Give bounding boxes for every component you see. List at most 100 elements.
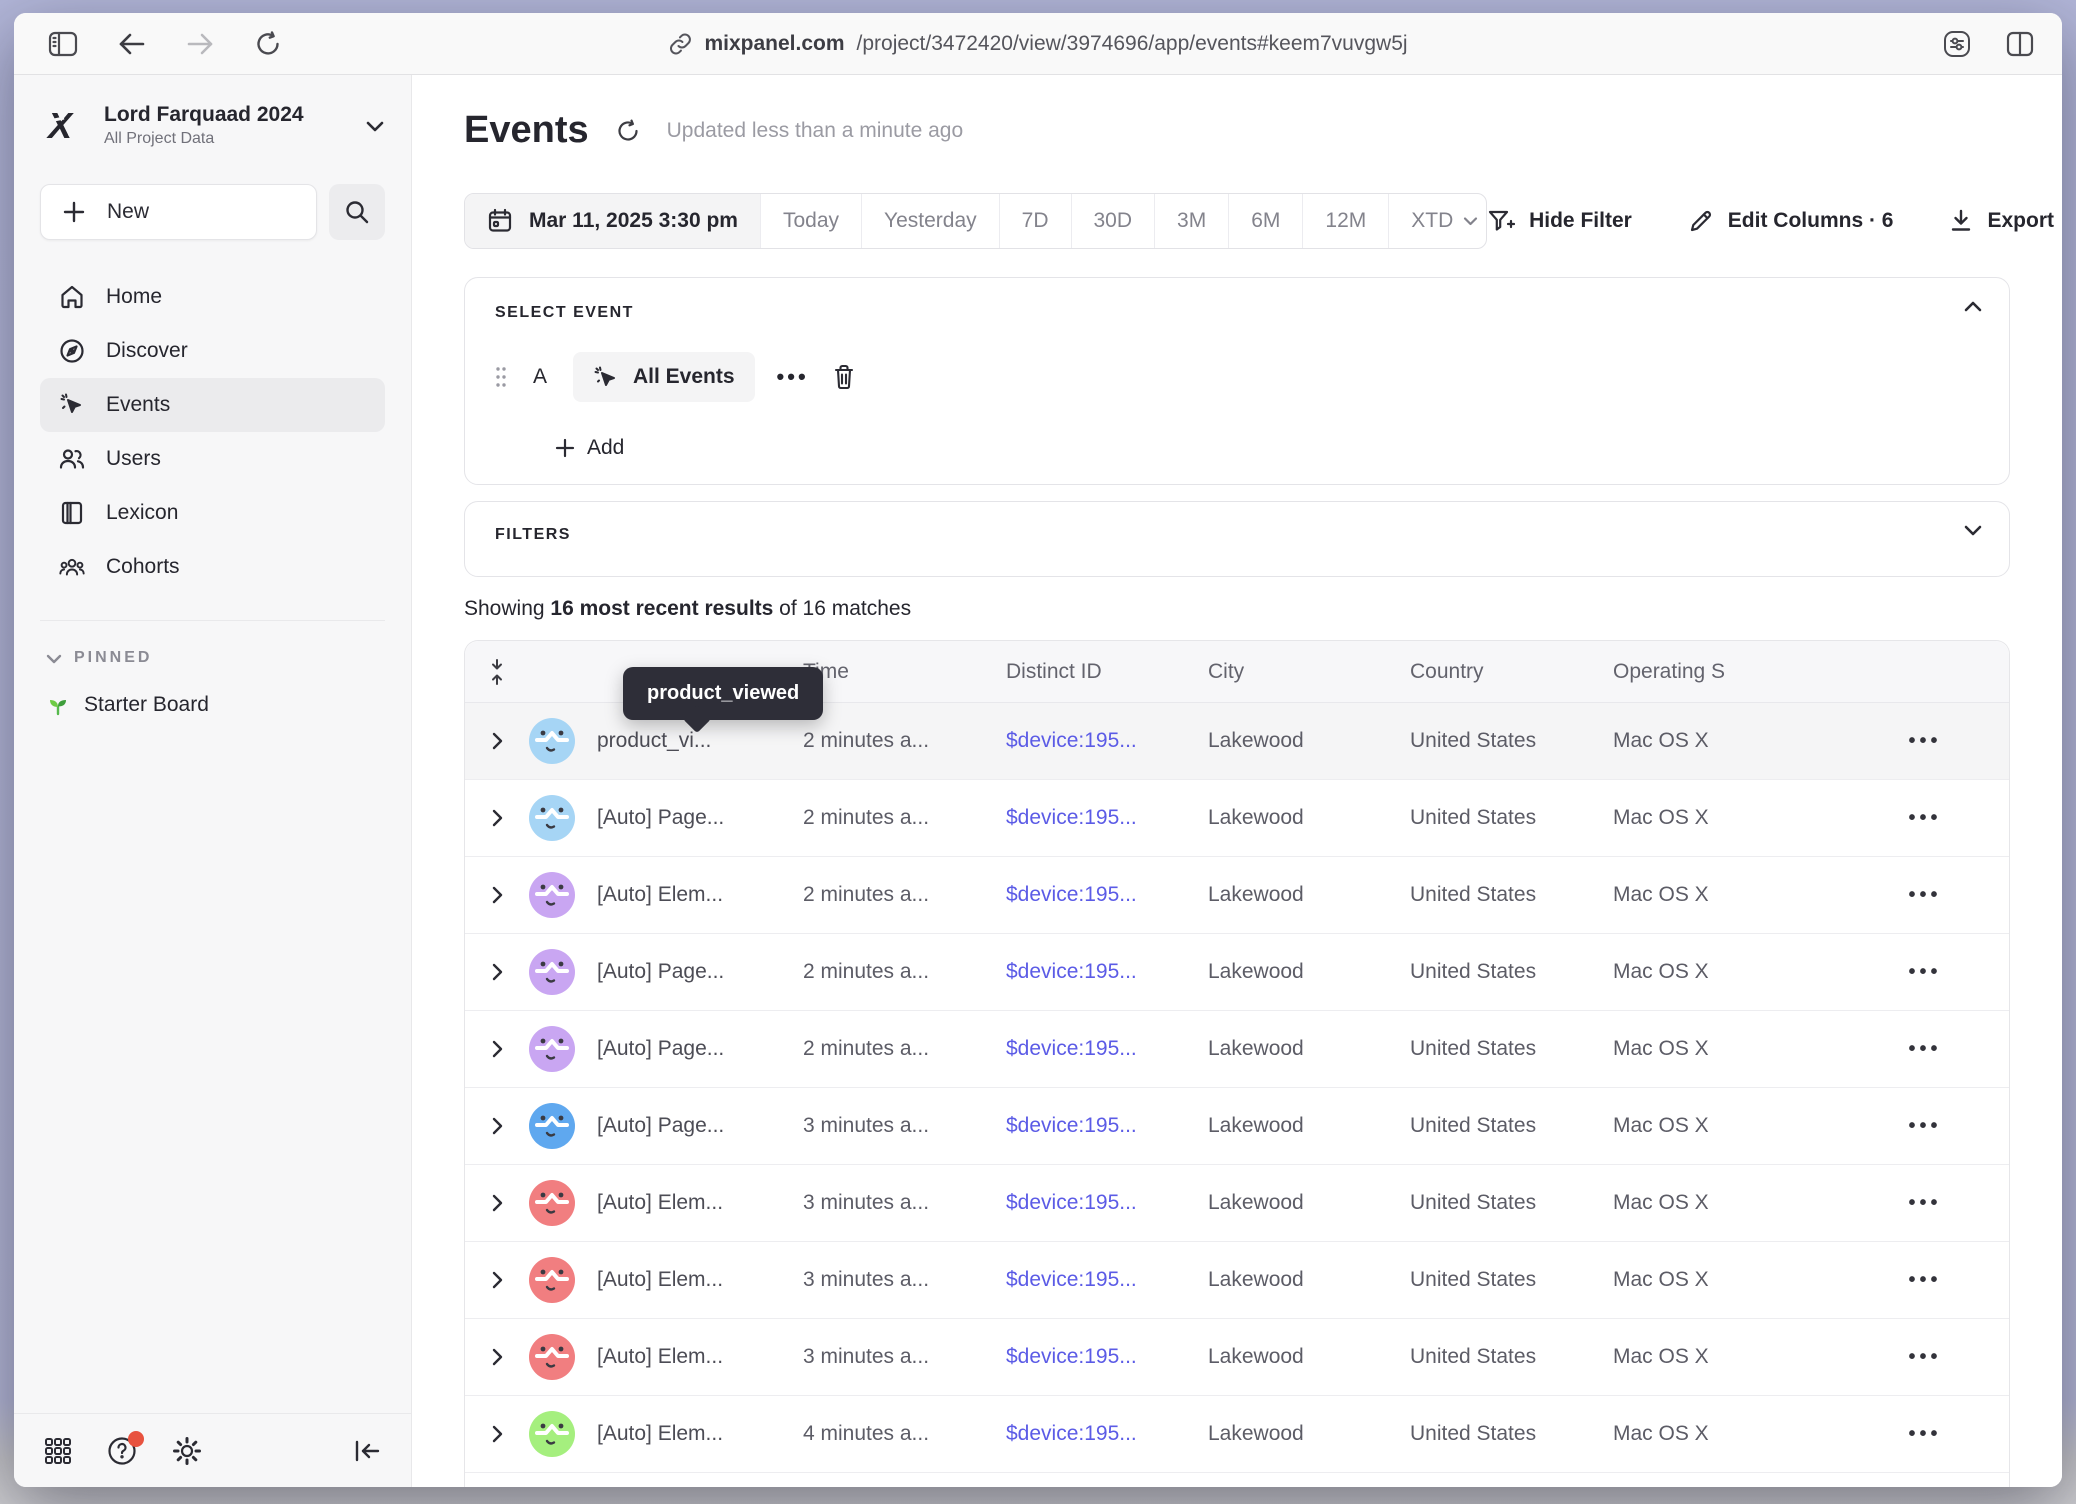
url-bar[interactable]: mixpanel.com/project/3472420/view/397469… xyxy=(668,32,1407,56)
table-row[interactable]: [Auto] Page... 2 minutes a... $device:19… xyxy=(465,780,2009,857)
sidebar-item-home[interactable]: Home xyxy=(40,270,385,324)
add-event-button[interactable]: Add xyxy=(555,436,1979,460)
sidebar-item-users[interactable]: Users xyxy=(40,432,385,486)
column-header-country[interactable]: Country xyxy=(1410,660,1613,684)
range-yesterday[interactable]: Yesterday xyxy=(862,194,1000,248)
distinct-id-link[interactable]: $device:195... xyxy=(1006,960,1208,984)
event-selector[interactable]: All Events xyxy=(573,352,755,402)
column-header-time[interactable]: Time xyxy=(803,660,1006,684)
settings-gear-icon[interactable] xyxy=(172,1436,202,1466)
range-today[interactable]: Today xyxy=(761,194,862,248)
distinct-id-link[interactable]: $device:195... xyxy=(1006,1268,1208,1292)
split-view-icon[interactable] xyxy=(2006,31,2034,57)
table-row[interactable]: [Auto] Elem... 4 minutes a... $device:19… xyxy=(465,1396,2009,1473)
page-settings-icon[interactable] xyxy=(1942,29,1972,59)
row-more-icon[interactable]: ••• xyxy=(1841,1346,2009,1369)
expand-row-icon[interactable] xyxy=(465,808,529,828)
range-12m[interactable]: 12M xyxy=(1303,194,1389,248)
sidebar-item-events[interactable]: Events xyxy=(40,378,385,432)
distinct-id-link[interactable]: $device:195... xyxy=(1006,1345,1208,1369)
column-header-os[interactable]: Operating S xyxy=(1613,660,1841,684)
row-more-icon[interactable]: ••• xyxy=(1841,961,2009,984)
sidebar-item-starter-board[interactable]: Starter Board xyxy=(46,693,385,717)
sidebar-item-lexicon[interactable]: Lexicon xyxy=(40,486,385,540)
table-row[interactable]: [Auto] Page... 2 minutes a... $device:19… xyxy=(465,934,2009,1011)
distinct-id-link[interactable]: $device:195... xyxy=(1006,1422,1208,1446)
distinct-id-link[interactable]: $device:195... xyxy=(1006,1114,1208,1138)
search-button[interactable] xyxy=(329,184,385,240)
table-row[interactable]: [Auto] Page... 3 minutes a... $device:19… xyxy=(465,1088,2009,1165)
range-6m[interactable]: 6M xyxy=(1229,194,1303,248)
expand-row-icon[interactable] xyxy=(465,1347,529,1367)
row-more-icon[interactable]: ••• xyxy=(1841,1038,2009,1061)
date-range-control: Mar 11, 2025 3:30 pm Today Yesterday 7D … xyxy=(464,193,1487,249)
pinned-section-toggle[interactable]: PINNED xyxy=(46,649,385,667)
table-row[interactable]: [Auto] Elem... 3 minutes a... $device:19… xyxy=(465,1165,2009,1242)
column-header-city[interactable]: City xyxy=(1208,660,1410,684)
project-switcher[interactable]: X Lord Farquaad 2024 All Project Data xyxy=(44,103,385,148)
os-cell: Mac OS X xyxy=(1613,1191,1841,1215)
cohorts-icon xyxy=(58,554,86,580)
expand-row-icon[interactable] xyxy=(465,1193,529,1213)
hide-filter-button[interactable]: Hide Filter xyxy=(1487,208,1632,234)
row-more-icon[interactable]: ••• xyxy=(1841,1192,2009,1215)
date-picker[interactable]: Mar 11, 2025 3:30 pm xyxy=(465,194,761,248)
distinct-id-link[interactable]: $device:195... xyxy=(1006,806,1208,830)
event-name-cell: [Auto] Elem... xyxy=(597,1268,803,1292)
forward-icon[interactable] xyxy=(186,32,214,56)
sidebar-item-discover[interactable]: Discover xyxy=(40,324,385,378)
table-row[interactable]: [Auto] Elem... 2 minutes a... $device:19… xyxy=(465,857,2009,934)
expand-row-icon[interactable] xyxy=(465,1116,529,1136)
expand-row-icon[interactable] xyxy=(465,1039,529,1059)
row-more-icon[interactable]: ••• xyxy=(1841,730,2009,753)
expand-row-icon[interactable] xyxy=(465,1424,529,1444)
row-more-icon[interactable]: ••• xyxy=(1841,1115,2009,1138)
sort-rows-icon[interactable] xyxy=(465,658,529,686)
city-cell: Lakewood xyxy=(1208,1114,1410,1138)
event-more-icon[interactable]: ••• xyxy=(777,364,809,390)
range-30d[interactable]: 30D xyxy=(1072,194,1156,248)
table-row[interactable]: [Auto] Page... 2 minutes a... $device:19… xyxy=(465,1011,2009,1088)
refresh-icon[interactable] xyxy=(615,118,641,144)
expand-row-icon[interactable] xyxy=(465,731,529,751)
edit-columns-button[interactable]: Edit Columns · 6 xyxy=(1688,208,1894,234)
range-3m[interactable]: 3M xyxy=(1155,194,1229,248)
distinct-id-link[interactable]: $device:195... xyxy=(1006,883,1208,907)
export-button[interactable]: Export xyxy=(1949,208,2054,234)
expand-row-icon[interactable] xyxy=(465,885,529,905)
apps-grid-icon[interactable] xyxy=(44,1437,72,1465)
row-more-icon[interactable]: ••• xyxy=(1841,807,2009,830)
sidebar-item-cohorts[interactable]: Cohorts xyxy=(40,540,385,594)
table-row[interactable]: [Auto] Elem... 3 minutes a... $device:19… xyxy=(465,1319,2009,1396)
column-header-distinct-id[interactable]: Distinct ID xyxy=(1006,660,1208,684)
compass-icon xyxy=(58,338,86,364)
trash-icon[interactable] xyxy=(831,363,857,391)
time-cell: 2 minutes a... xyxy=(803,806,1006,830)
sidebar-toggle-icon[interactable] xyxy=(48,31,78,57)
table-row[interactable]: [Auto] Elem... 3 minutes a... $device:19… xyxy=(465,1242,2009,1319)
date-range-label: Mar 11, 2025 3:30 pm xyxy=(529,209,738,233)
range-xtd[interactable]: XTD xyxy=(1389,194,1487,248)
mixpanel-logo: X xyxy=(44,104,88,148)
country-cell: United States xyxy=(1410,883,1613,907)
sidebar-item-label: Discover xyxy=(106,339,188,363)
row-more-icon[interactable]: ••• xyxy=(1841,1423,2009,1446)
new-button[interactable]: New xyxy=(40,184,317,240)
distinct-id-link[interactable]: $device:195... xyxy=(1006,1037,1208,1061)
expand-row-icon[interactable] xyxy=(465,1270,529,1290)
collapse-sidebar-icon[interactable] xyxy=(353,1439,381,1463)
table-row[interactable]: [Auto] Elem... 4 minutes a... $device:19… xyxy=(465,1473,2009,1487)
expand-row-icon[interactable] xyxy=(465,962,529,982)
svg-text:X: X xyxy=(46,105,74,146)
expand-panel-icon[interactable] xyxy=(1963,524,1983,537)
row-more-icon[interactable]: ••• xyxy=(1841,884,2009,907)
drag-handle-icon[interactable] xyxy=(495,364,507,390)
range-7d[interactable]: 7D xyxy=(1000,194,1072,248)
row-more-icon[interactable]: ••• xyxy=(1841,1269,2009,1292)
distinct-id-link[interactable]: $device:195... xyxy=(1006,729,1208,753)
collapse-panel-icon[interactable] xyxy=(1963,300,1983,313)
reload-icon[interactable] xyxy=(254,30,282,58)
os-cell: Mac OS X xyxy=(1613,1422,1841,1446)
back-icon[interactable] xyxy=(118,32,146,56)
distinct-id-link[interactable]: $device:195... xyxy=(1006,1191,1208,1215)
